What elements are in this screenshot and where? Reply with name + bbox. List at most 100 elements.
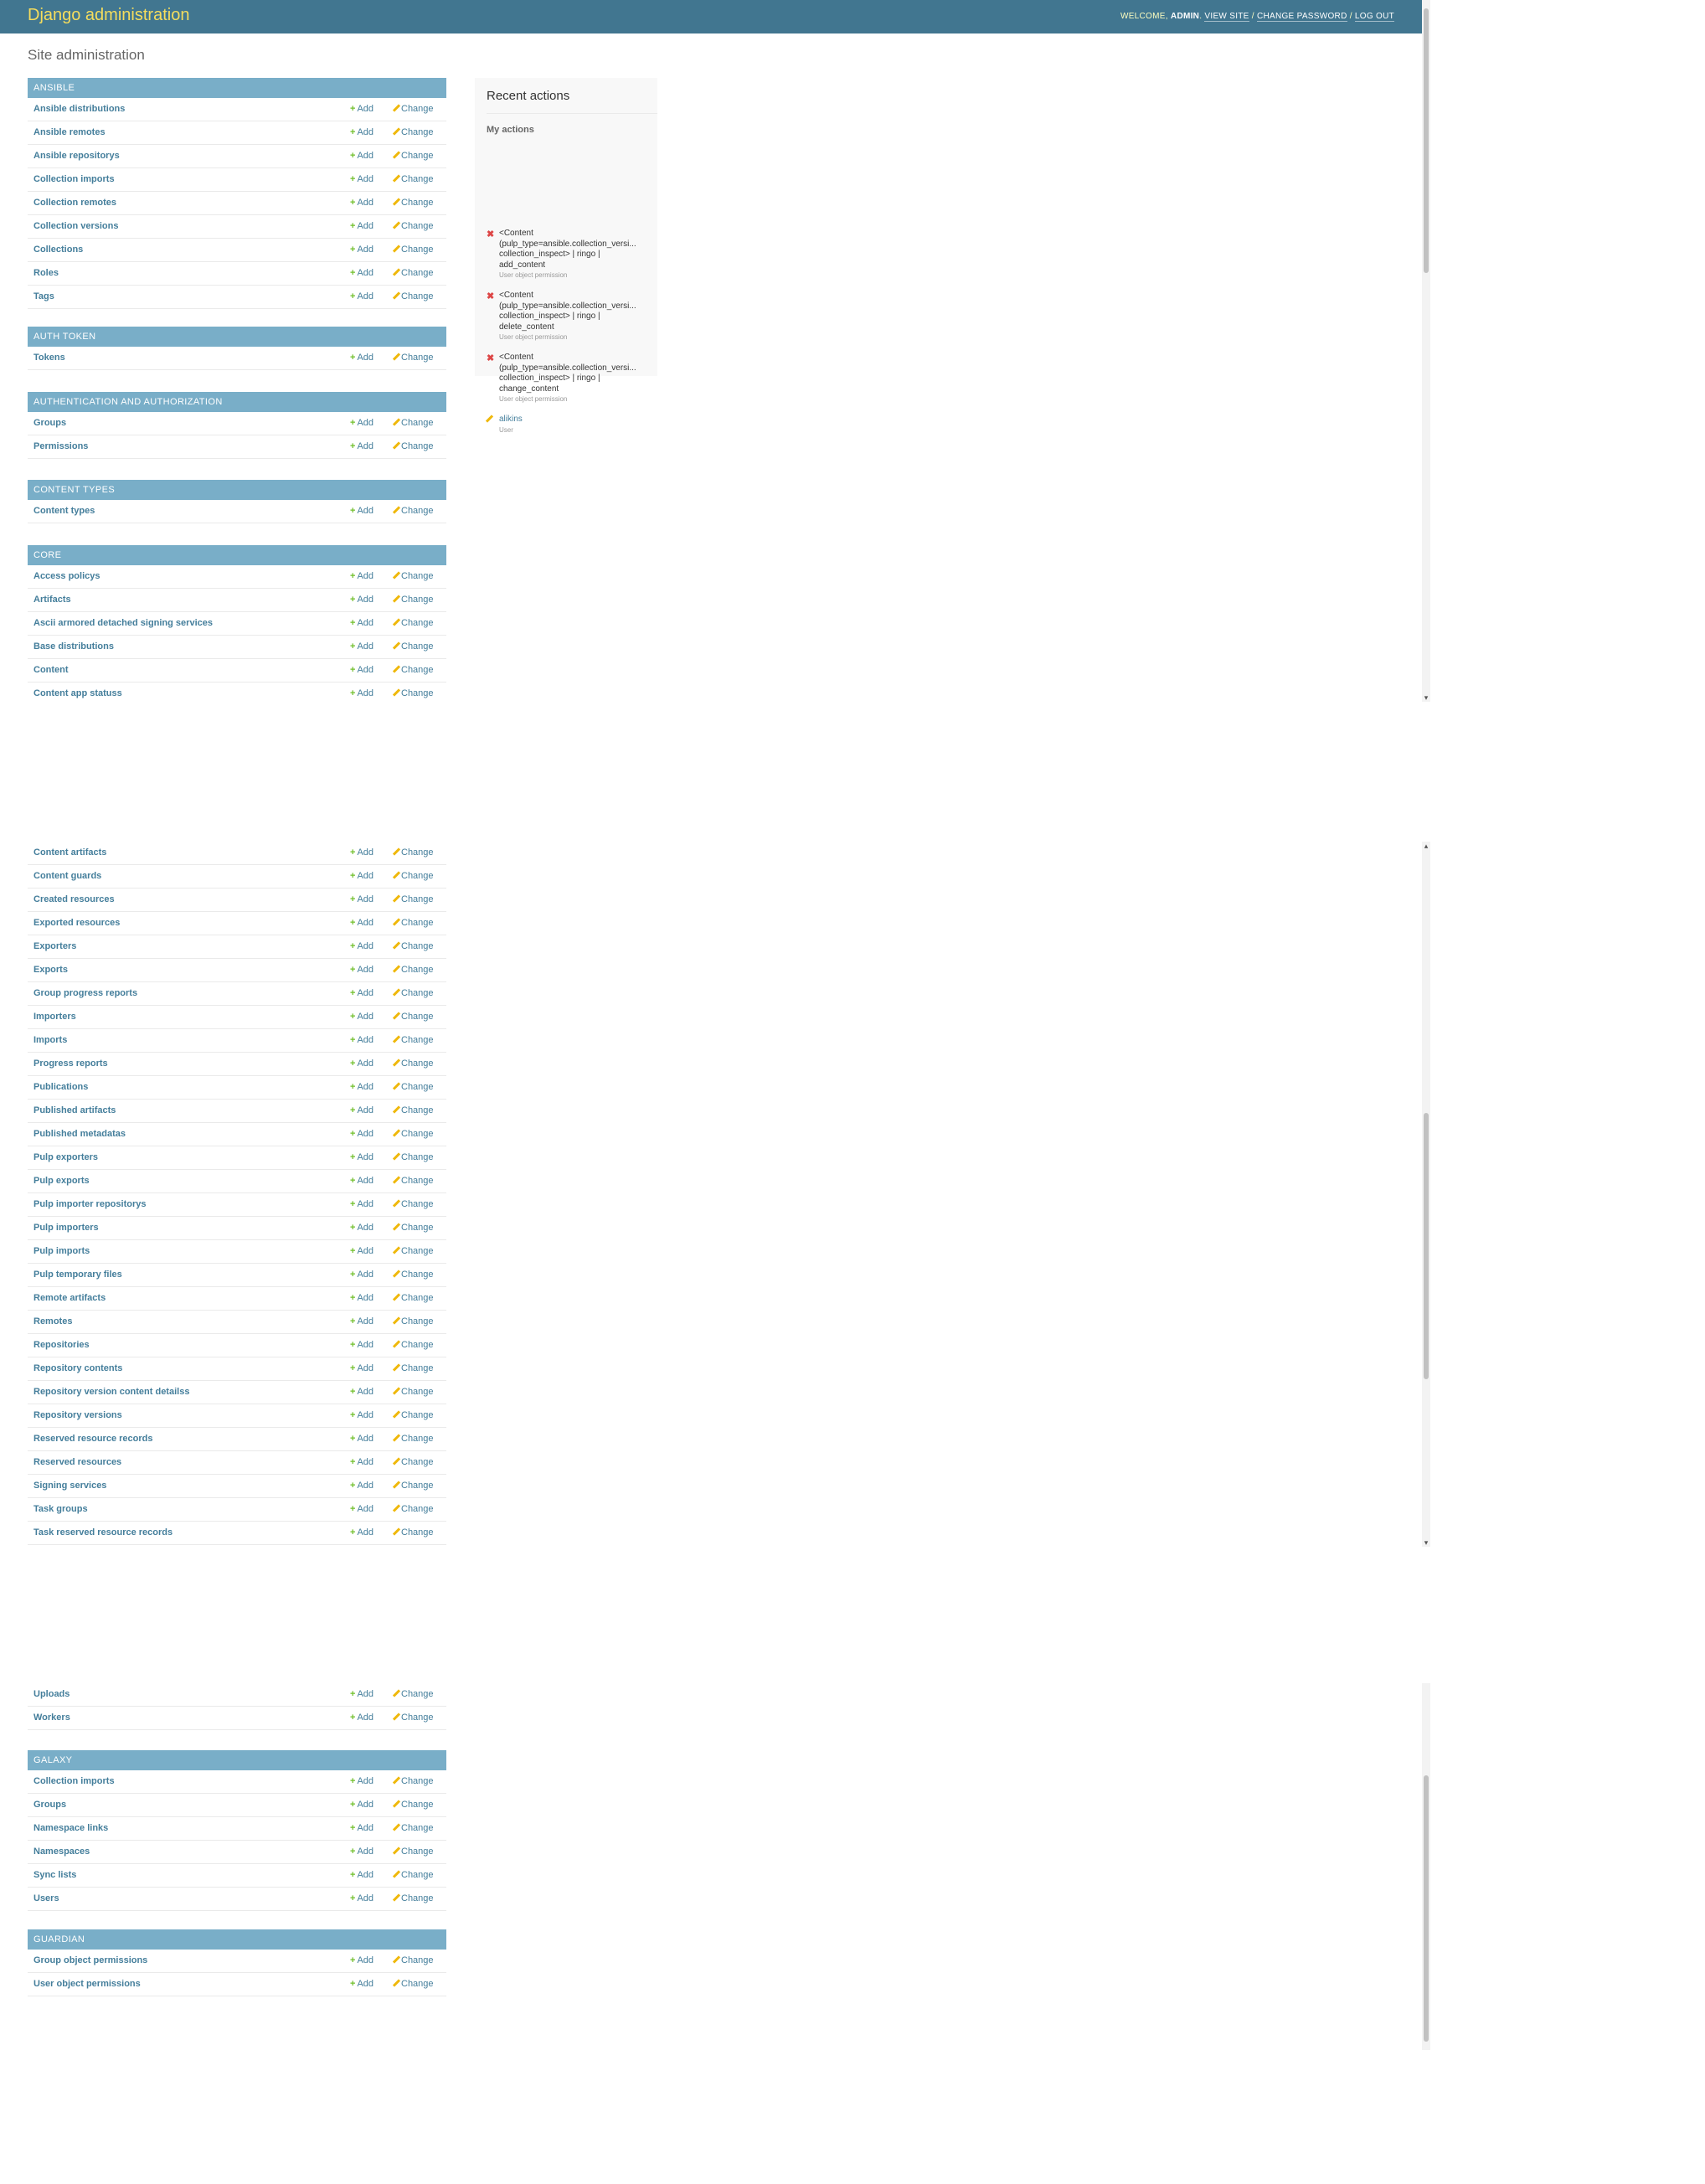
change-link[interactable]: Change bbox=[392, 965, 434, 975]
add-link[interactable]: + Add bbox=[350, 198, 373, 208]
add-link[interactable]: + Add bbox=[350, 1893, 373, 1903]
change-link[interactable]: Change bbox=[392, 571, 434, 581]
add-link[interactable]: + Add bbox=[350, 1713, 373, 1723]
change-link[interactable]: Change bbox=[392, 871, 434, 881]
change-link[interactable]: Change bbox=[392, 1082, 434, 1092]
scroll-down-arrow[interactable]: ▾ bbox=[1423, 1538, 1429, 1547]
add-link[interactable]: + Add bbox=[350, 1527, 373, 1538]
module-caption[interactable]: AUTHENTICATION AND AUTHORIZATION bbox=[28, 392, 446, 412]
change-link[interactable]: Change bbox=[392, 441, 434, 451]
change-link[interactable]: Change bbox=[392, 1823, 434, 1833]
add-link[interactable]: + Add bbox=[350, 1363, 373, 1373]
change-link[interactable]: Change bbox=[392, 1457, 434, 1467]
add-link[interactable]: + Add bbox=[350, 1776, 373, 1786]
scroll-up-arrow[interactable]: ▴ bbox=[1423, 842, 1429, 850]
add-link[interactable]: + Add bbox=[350, 104, 373, 114]
change-link[interactable]: Change bbox=[392, 506, 434, 516]
add-link[interactable]: + Add bbox=[350, 1293, 373, 1303]
model-link-ansible-remotes[interactable]: Ansible remotes bbox=[33, 127, 106, 137]
add-link[interactable]: + Add bbox=[350, 1035, 373, 1045]
model-link-tags[interactable]: Tags bbox=[33, 291, 54, 301]
add-link[interactable]: + Add bbox=[350, 1223, 373, 1233]
scroll-down-arrow[interactable]: ▾ bbox=[1423, 693, 1429, 702]
add-link[interactable]: + Add bbox=[350, 871, 373, 881]
model-link-groups[interactable]: Groups bbox=[33, 1800, 66, 1810]
change-link[interactable]: Change bbox=[392, 1504, 434, 1514]
add-link[interactable]: + Add bbox=[350, 1316, 373, 1326]
add-link[interactable]: + Add bbox=[350, 595, 373, 605]
change-link[interactable]: Change bbox=[392, 1434, 434, 1444]
add-link[interactable]: + Add bbox=[350, 1340, 373, 1350]
model-link-collection-imports[interactable]: Collection imports bbox=[33, 1776, 115, 1786]
model-link-pulp-imports[interactable]: Pulp imports bbox=[33, 1246, 90, 1256]
add-link[interactable]: + Add bbox=[350, 353, 373, 363]
change-link[interactable]: Change bbox=[392, 1870, 434, 1880]
model-link-users[interactable]: Users bbox=[33, 1893, 59, 1903]
add-link[interactable]: + Add bbox=[350, 1059, 373, 1069]
add-link[interactable]: + Add bbox=[350, 688, 373, 698]
add-link[interactable]: + Add bbox=[350, 941, 373, 951]
add-link[interactable]: + Add bbox=[350, 847, 373, 858]
add-link[interactable]: + Add bbox=[350, 1082, 373, 1092]
change-link[interactable]: Change bbox=[392, 665, 434, 675]
add-link[interactable]: + Add bbox=[350, 1199, 373, 1209]
change-link[interactable]: Change bbox=[392, 1105, 434, 1115]
model-link-content[interactable]: Content bbox=[33, 665, 69, 675]
model-link-tokens[interactable]: Tokens bbox=[33, 353, 65, 363]
change-link[interactable]: Change bbox=[392, 1176, 434, 1186]
change-link[interactable]: Change bbox=[392, 418, 434, 428]
model-link-ascii-armored-detached-signing-services[interactable]: Ascii armored detached signing services bbox=[33, 618, 213, 628]
model-link-pulp-importer-repositorys[interactable]: Pulp importer repositorys bbox=[33, 1199, 146, 1209]
model-link-namespaces[interactable]: Namespaces bbox=[33, 1847, 90, 1857]
change-link[interactable]: Change bbox=[392, 1800, 434, 1810]
change-link[interactable]: Change bbox=[392, 847, 434, 858]
model-link-created-resources[interactable]: Created resources bbox=[33, 894, 115, 904]
model-link-workers[interactable]: Workers bbox=[33, 1713, 70, 1723]
change-link[interactable]: Change bbox=[392, 221, 434, 231]
change-link[interactable]: Change bbox=[392, 1152, 434, 1162]
change-link[interactable]: Change bbox=[392, 1713, 434, 1723]
change-link[interactable]: Change bbox=[392, 618, 434, 628]
change-link[interactable]: Change bbox=[392, 245, 434, 255]
scrollbar[interactable]: ▾ bbox=[1422, 0, 1430, 702]
change-link[interactable]: Change bbox=[392, 1847, 434, 1857]
model-link-reserved-resource-records[interactable]: Reserved resource records bbox=[33, 1434, 152, 1444]
change-link[interactable]: Change bbox=[392, 1246, 434, 1256]
add-link[interactable]: + Add bbox=[350, 665, 373, 675]
add-link[interactable]: + Add bbox=[350, 174, 373, 184]
model-link-collections[interactable]: Collections bbox=[33, 245, 83, 255]
add-link[interactable]: + Add bbox=[350, 988, 373, 998]
model-link-task-groups[interactable]: Task groups bbox=[33, 1504, 88, 1514]
model-link-namespace-links[interactable]: Namespace links bbox=[33, 1823, 108, 1833]
add-link[interactable]: + Add bbox=[350, 1129, 373, 1139]
model-link-ansible-repositorys[interactable]: Ansible repositorys bbox=[33, 151, 120, 161]
logout-link[interactable]: LOG OUT bbox=[1354, 12, 1394, 22]
change-link[interactable]: Change bbox=[392, 198, 434, 208]
model-link-repository-version-content-detailss[interactable]: Repository version content detailss bbox=[33, 1387, 189, 1397]
add-link[interactable]: + Add bbox=[350, 245, 373, 255]
add-link[interactable]: + Add bbox=[350, 1176, 373, 1186]
model-link-repository-versions[interactable]: Repository versions bbox=[33, 1410, 122, 1420]
add-link[interactable]: + Add bbox=[350, 1870, 373, 1880]
action-text[interactable]: alikins bbox=[499, 415, 654, 425]
model-link-access-policys[interactable]: Access policys bbox=[33, 571, 100, 581]
change-link[interactable]: Change bbox=[392, 595, 434, 605]
change-link[interactable]: Change bbox=[392, 1035, 434, 1045]
change-link[interactable]: Change bbox=[392, 1776, 434, 1786]
change-link[interactable]: Change bbox=[392, 688, 434, 698]
change-link[interactable]: Change bbox=[392, 1316, 434, 1326]
add-link[interactable]: + Add bbox=[350, 1689, 373, 1699]
add-link[interactable]: + Add bbox=[350, 1457, 373, 1467]
model-link-content-artifacts[interactable]: Content artifacts bbox=[33, 847, 106, 858]
model-link-publications[interactable]: Publications bbox=[33, 1082, 88, 1092]
add-link[interactable]: + Add bbox=[350, 418, 373, 428]
add-link[interactable]: + Add bbox=[350, 1504, 373, 1514]
add-link[interactable]: + Add bbox=[350, 221, 373, 231]
model-link-groups[interactable]: Groups bbox=[33, 418, 66, 428]
model-link-progress-reports[interactable]: Progress reports bbox=[33, 1059, 108, 1069]
change-link[interactable]: Change bbox=[392, 1979, 434, 1989]
change-link[interactable]: Change bbox=[392, 127, 434, 137]
module-caption[interactable]: CORE bbox=[28, 545, 446, 565]
model-link-exported-resources[interactable]: Exported resources bbox=[33, 918, 120, 928]
model-link-artifacts[interactable]: Artifacts bbox=[33, 595, 71, 605]
